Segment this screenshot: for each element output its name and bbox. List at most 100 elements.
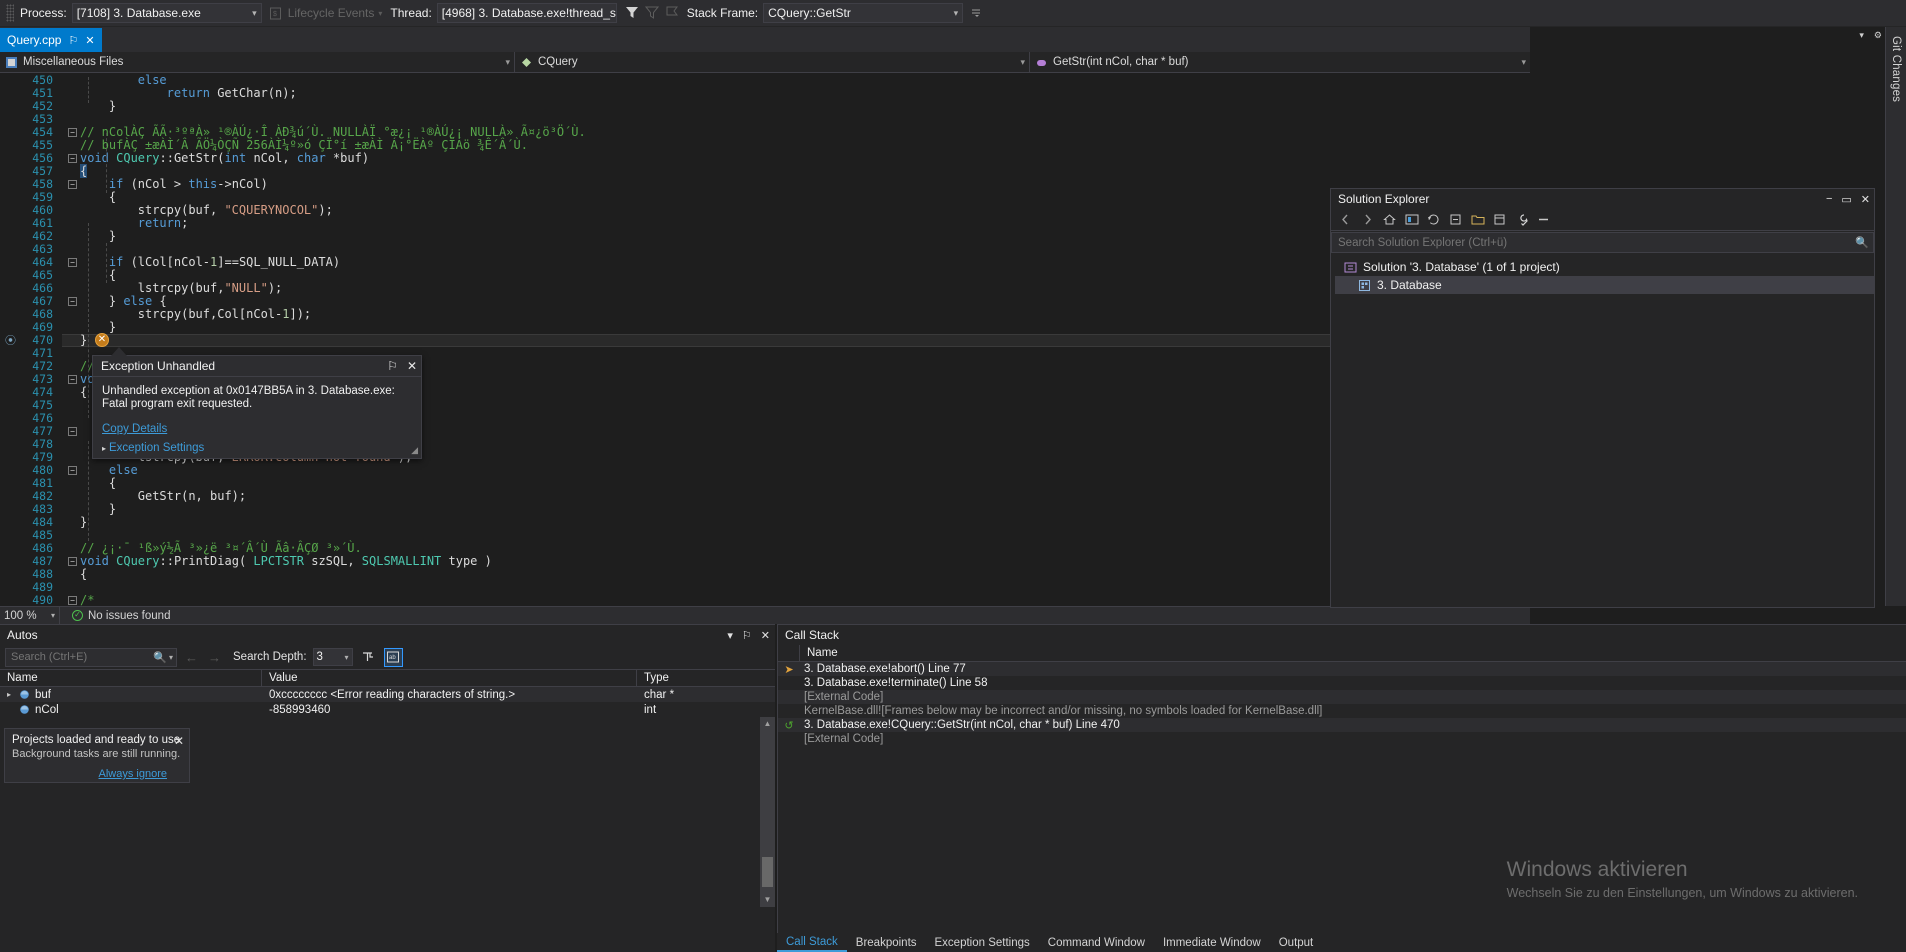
lifecycle-events-button[interactable]: $ Lifecycle Events ▾ [268,5,382,21]
close-icon[interactable]: ✕ [85,34,94,47]
close-icon[interactable]: ✕ [761,629,770,642]
navbar-class-dropdown[interactable]: CQuery ▾ [515,51,1030,73]
scroll-down-arrow-icon[interactable]: ▼ [760,893,775,907]
code-editor[interactable]: 450 else 451 return GetChar(n); 452} 453 454− /… [0,73,1530,606]
process-dropdown[interactable]: [7108] 3. Database.exe ▾ [71,3,262,23]
code-line[interactable]: 469} [0,321,1530,334]
call-stack-row[interactable]: [External Code] [778,732,1906,746]
column-header-value[interactable]: Value [262,670,637,686]
collapse-toggle-icon[interactable]: − [68,427,77,436]
exception-unhandled-popup[interactable]: Exception Unhandled ⚐ ✕ Unhandled except… [92,347,422,459]
dash-icon[interactable] [1536,212,1551,227]
scrollbar-thumb[interactable] [762,857,773,887]
code-line[interactable]: 489 [0,581,1530,594]
filter-funnel-icon[interactable] [625,5,639,22]
bottom-tab-output[interactable]: Output [1270,933,1323,952]
search-prev-icon[interactable]: ← [183,650,200,665]
toolbar-overflow-button[interactable] [971,6,982,21]
minimize-icon[interactable]: − [1826,193,1832,205]
code-line[interactable]: 452} [0,100,1530,113]
code-line[interactable]: 488{ [0,568,1530,581]
zoom-level-dropdown[interactable]: 100 % ▾ [0,606,60,625]
chevron-down-icon[interactable]: ▾ [727,629,733,642]
code-line[interactable]: 456− void CQuery::GetStr(int nCol, char *… [0,152,1530,165]
autos-cell-value[interactable]: 0xcccccccc <Error reading characters of … [262,687,637,702]
git-changes-rail[interactable]: Git Changes [1885,27,1906,606]
bottom-tab-command-window[interactable]: Command Window [1039,933,1154,952]
pin-column-icon[interactable] [359,648,378,667]
resize-grip-icon[interactable]: ◢ [411,445,418,456]
always-ignore-link[interactable]: Always ignore [99,768,167,780]
stack-frame-dropdown[interactable]: CQuery::GetStr ▾ [763,3,964,23]
tree-item-project[interactable]: 3. Database [1335,276,1874,294]
code-line[interactable]: 482 GetStr(n, buf); [0,490,1530,503]
thread-dropdown[interactable]: [4968] 3. Database.exe!thread_start ▾ [436,3,617,23]
code-line[interactable]: 458− if (nCol > this->nCol) [0,178,1530,191]
autos-cell-value[interactable]: -858993460 [262,702,637,717]
pending-changes-icon[interactable] [1404,212,1419,227]
notification-toast[interactable]: Projects loaded and ready to use Backgro… [4,728,190,783]
column-header-name[interactable]: Name [800,645,1906,661]
search-input[interactable] [1338,236,1856,249]
navbar-file-dropdown[interactable]: Miscellaneous Files ▾ [0,51,515,73]
show-all-files-icon[interactable] [1470,212,1485,227]
bottom-tab-immediate-window[interactable]: Immediate Window [1154,933,1270,952]
code-line[interactable]: 451 return GetChar(n); [0,87,1530,100]
code-line[interactable]: 470} ✕ ⦿ [0,333,1530,347]
pin-icon[interactable]: ⚐ [68,34,78,47]
table-row[interactable]: ▸ buf 0xcccccccc <Error reading characters… [0,687,775,702]
code-line[interactable]: 487− void CQuery::PrintDiag( LPCTSTR szSQ… [0,555,1530,568]
call-stack-row[interactable]: KernelBase.dll![Frames below may be inco… [778,704,1906,718]
code-line[interactable]: 490 −/* [0,594,1530,607]
issues-status[interactable]: ✓ No issues found [60,610,170,622]
filter-clear-icon[interactable] [644,5,659,22]
bottom-tab-call-stack[interactable]: Call Stack [777,933,847,952]
call-stack-row[interactable]: [External Code] [778,690,1906,704]
properties-icon[interactable] [1492,212,1507,227]
call-stack-row[interactable]: ➤ 3. Database.exe!abort() Line 77 [778,662,1906,676]
table-row[interactable]: nCol -858993460 int [0,702,775,717]
home-icon[interactable] [1382,212,1397,227]
code-line[interactable]: 480− else [0,464,1530,477]
toolbar-grip[interactable] [6,4,14,22]
back-icon[interactable] [1338,212,1353,227]
exception-glyph-icon[interactable]: ✕ [95,333,109,347]
code-line[interactable]: 468 strcpy(buf,Col[nCol-1]); [0,308,1530,321]
pin-icon[interactable]: ⚐ [387,359,398,373]
collapse-all-icon[interactable] [1448,212,1463,227]
collapse-toggle-icon[interactable]: − [68,466,77,475]
collapse-toggle-icon[interactable]: − [68,128,77,137]
close-icon[interactable]: ✕ [1861,193,1870,206]
search-next-icon[interactable]: → [206,650,223,665]
code-line[interactable]: 460 strcpy(buf, "CQUERYNOCOL"); [0,204,1530,217]
settings-gear-icon[interactable]: ⚙ [1874,30,1882,41]
collapse-toggle-icon[interactable]: − [68,258,77,267]
collapse-toggle-icon[interactable]: − [68,297,77,306]
close-icon[interactable]: ✕ [407,359,417,373]
search-icon[interactable]: 🔍 [153,651,167,664]
pin-icon[interactable]: ⚐ [742,629,752,642]
code-line[interactable]: 483} [0,503,1530,516]
code-line[interactable]: 484} [0,516,1530,529]
code-line[interactable]: 461 return; [0,217,1530,230]
collapse-toggle-icon[interactable]: − [68,375,77,384]
navbar-member-dropdown[interactable]: GetStr(int nCol, char * buf) ▾ [1030,52,1530,73]
chevron-down-icon[interactable]: ▾ [169,653,173,662]
bookmark-icon[interactable]: ⦿ [5,334,17,347]
autos-search[interactable]: 🔍 ▾ [5,647,177,667]
exception-settings-expander[interactable]: ▸ Exception Settings [102,442,412,454]
call-stack-row[interactable]: ↺ 3. Database.exe!CQuery::GetStr(int nCol… [778,718,1906,732]
search-input[interactable] [11,651,154,663]
bottom-tab-exception-settings[interactable]: Exception Settings [926,933,1039,952]
code-line[interactable]: 464− if (lCol[nCol-1]==SQL_NULL_DATA) [0,256,1530,269]
collapse-toggle-icon[interactable]: − [68,557,77,566]
scroll-up-arrow-icon[interactable]: ▲ [760,717,775,731]
wrench-icon[interactable] [1514,212,1529,227]
autos-vertical-scrollbar[interactable]: ▲ ▼ [760,717,775,907]
column-header-name[interactable]: Name [0,670,262,686]
search-icon[interactable]: 🔍 [1855,236,1869,249]
close-icon[interactable]: ✕ [174,734,184,748]
forward-icon[interactable] [1360,212,1375,227]
copy-details-link[interactable]: Copy Details [102,423,167,435]
code-line[interactable]: 462} [0,230,1530,243]
